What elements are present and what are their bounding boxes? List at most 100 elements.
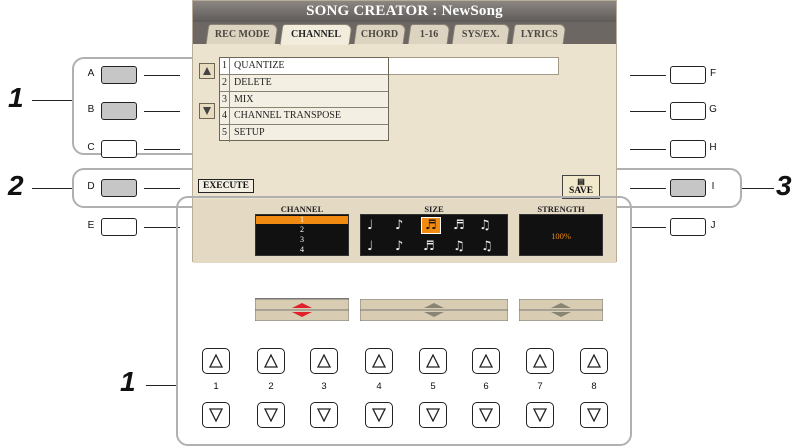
callout-line <box>742 188 774 189</box>
callout-3-save: 3 <box>776 170 792 201</box>
button-7-up[interactable] <box>526 348 554 374</box>
menu-item-setup[interactable]: 5 SETUP <box>220 125 388 142</box>
button-6-up[interactable] <box>472 348 500 374</box>
side-button-a[interactable] <box>101 66 137 84</box>
triangle-up-outline-icon <box>264 354 278 368</box>
button-1-down[interactable] <box>202 402 230 428</box>
triangle-down-outline-icon <box>587 408 601 422</box>
side-letter-a: A <box>87 68 95 79</box>
menu-item-number: 4 <box>220 108 230 125</box>
save-label: SAVE <box>568 186 594 196</box>
execute-button[interactable]: EXECUTE <box>198 179 254 193</box>
menu-item-number: 1 <box>220 58 230 74</box>
menu-item-label: QUANTIZE <box>234 60 285 71</box>
button-5-down[interactable] <box>419 402 447 428</box>
tab-label: LYRICS <box>520 29 558 40</box>
button-4-up[interactable] <box>365 348 393 374</box>
menu-item-mix[interactable]: 3 MIX <box>220 91 388 109</box>
disk-icon: ▤ <box>577 177 585 186</box>
button-leader <box>144 188 180 189</box>
button-leader <box>144 149 180 150</box>
button-8-down[interactable] <box>580 402 608 428</box>
button-leader <box>144 111 180 112</box>
bottom-button-frame <box>176 196 632 446</box>
menu-item-label: CHANNEL TRANSPOSE <box>234 110 341 122</box>
title-bar: SONG CREATOR : NewSong <box>193 1 616 22</box>
side-button-f[interactable] <box>670 66 706 84</box>
button-number-label: 8 <box>591 381 597 392</box>
button-number-label: 1 <box>213 381 219 392</box>
button-number-label: 7 <box>537 381 543 392</box>
side-letter-f: F <box>709 68 717 79</box>
side-letter-b: B <box>87 104 95 115</box>
triangle-up-outline-icon <box>479 354 493 368</box>
tab-label: SYS/EX. <box>462 29 500 40</box>
tab-chord[interactable]: CHORD <box>353 24 407 44</box>
side-button-b[interactable] <box>101 102 137 120</box>
button-3-up[interactable] <box>310 348 338 374</box>
triangle-down-outline-icon <box>372 408 386 422</box>
function-menu: 1 QUANTIZE 2 DELETE 3 MIX 4 CHANNEL TRANSPOS… <box>219 57 389 142</box>
menu-item-label: SETUP <box>234 127 265 139</box>
button-7-down[interactable] <box>526 402 554 428</box>
side-letter-h: H <box>709 142 717 153</box>
callout-line <box>32 188 72 189</box>
button-4-down[interactable] <box>365 402 393 428</box>
tab-sys-ex[interactable]: SYS/EX. <box>451 24 511 44</box>
callout-line <box>146 385 176 386</box>
triangle-up-outline-icon <box>317 354 331 368</box>
triangle-down-outline-icon <box>533 408 547 422</box>
menu-item-number: 3 <box>220 91 230 108</box>
side-button-j[interactable] <box>670 218 706 236</box>
menu-item-label: DELETE <box>234 76 272 88</box>
tab-1-16[interactable]: 1-16 <box>407 24 451 44</box>
menu-item-quantize[interactable]: 1 QUANTIZE <box>220 58 388 75</box>
tab-channel[interactable]: CHANNEL <box>279 24 353 45</box>
button-leader <box>630 149 666 150</box>
triangle-up-outline-icon <box>372 354 386 368</box>
menu-item-number: 5 <box>220 125 230 142</box>
menu-item-number: 2 <box>220 74 230 91</box>
menu-down-button[interactable] <box>199 103 215 119</box>
button-leader <box>144 75 180 76</box>
button-leader <box>630 188 666 189</box>
button-2-up[interactable] <box>257 348 285 374</box>
side-letter-j: J <box>710 220 716 231</box>
tab-label: REC MODE <box>214 29 270 40</box>
callout-1-menu: 1 <box>8 82 24 113</box>
tab-label: 1-16 <box>419 29 439 40</box>
button-6-down[interactable] <box>472 402 500 428</box>
side-letter-d: D <box>87 181 95 192</box>
tab-rec-mode[interactable]: REC MODE <box>205 24 279 44</box>
tab-label: CHANNEL <box>290 29 341 40</box>
button-2-down[interactable] <box>257 402 285 428</box>
triangle-up-outline-icon <box>426 354 440 368</box>
tab-lyrics[interactable]: LYRICS <box>511 24 567 44</box>
button-5-up[interactable] <box>419 348 447 374</box>
callout-line <box>32 100 72 101</box>
button-3-down[interactable] <box>310 402 338 428</box>
menu-item-delete[interactable]: 2 DELETE <box>220 74 388 92</box>
side-letter-c: C <box>87 142 95 153</box>
triangle-up-icon <box>203 67 211 75</box>
callout-1-buttons: 1 <box>120 366 136 397</box>
callout-2-execute: 2 <box>8 170 24 201</box>
side-button-e[interactable] <box>101 218 137 236</box>
button-number-label: 3 <box>321 381 327 392</box>
side-button-i[interactable] <box>670 179 706 197</box>
side-button-g[interactable] <box>670 102 706 120</box>
button-8-up[interactable] <box>580 348 608 374</box>
triangle-down-outline-icon <box>317 408 331 422</box>
screen-title: SONG CREATOR : NewSong <box>306 3 503 19</box>
button-1-up[interactable] <box>202 348 230 374</box>
triangle-up-outline-icon <box>533 354 547 368</box>
menu-up-button[interactable] <box>199 63 215 79</box>
button-leader <box>630 75 666 76</box>
triangle-down-outline-icon <box>264 408 278 422</box>
side-button-h[interactable] <box>670 140 706 158</box>
side-button-c[interactable] <box>101 140 137 158</box>
side-button-d[interactable] <box>101 179 137 197</box>
triangle-up-outline-icon <box>587 354 601 368</box>
button-number-label: 4 <box>376 381 382 392</box>
menu-item-channel-transpose[interactable]: 4 CHANNEL TRANSPOSE <box>220 108 388 126</box>
